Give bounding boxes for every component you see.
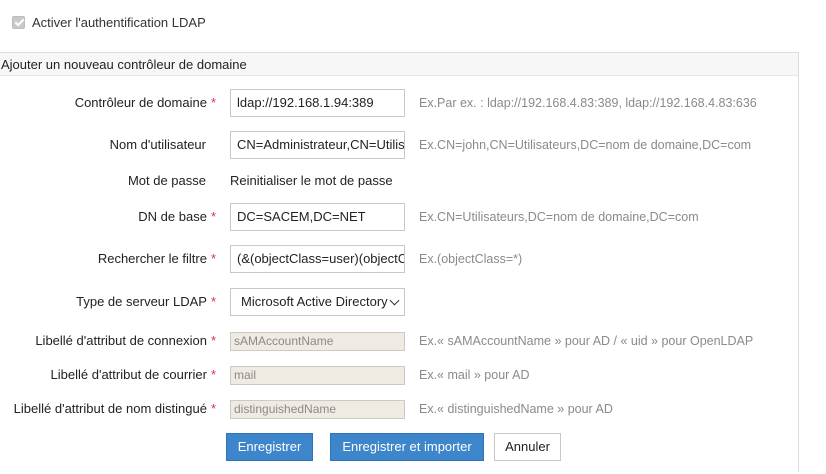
field-hint: Ex.« sAMAccountName » pour AD / « uid » … xyxy=(419,334,754,348)
field-hint: Ex.CN=john,CN=Utilisateurs,DC=nom de dom… xyxy=(419,138,752,152)
form-row-mail-attribute: Libellé d'attribut de courrier * mail Ex.… xyxy=(0,361,826,389)
panel-title: Ajouter un nouveau contrôleur de domaine xyxy=(0,53,798,76)
form-row-base-dn: DN de base * DC=SACEM,DC=NET Ex.CN=Utilis… xyxy=(0,203,826,231)
save-and-import-button[interactable]: Enregistrer et importer xyxy=(330,433,484,461)
chevron-down-icon xyxy=(389,295,400,306)
mail-attribute-input: mail xyxy=(230,366,405,385)
required-marker: * xyxy=(210,294,216,309)
server-type-value: Microsoft Active Directory xyxy=(241,294,388,309)
reset-password-link[interactable]: Reinitialiser le mot de passe xyxy=(230,167,393,195)
required-marker: * xyxy=(210,95,216,110)
field-label: DN de base * xyxy=(138,209,216,224)
enable-ldap-checkbox[interactable] xyxy=(12,15,25,29)
field-label: Libellé d'attribut de connexion * xyxy=(35,333,216,348)
dn-attribute-input: distinguishedName xyxy=(230,400,405,419)
field-label: Mot de passe xyxy=(127,173,206,188)
domain-controller-input[interactable]: ldap://192.168.1.94:389 xyxy=(230,89,405,117)
base-dn-input[interactable]: DC=SACEM,DC=NET xyxy=(230,203,405,231)
required-marker: * xyxy=(210,333,216,348)
save-button[interactable]: Enregistrer xyxy=(226,433,313,461)
enable-ldap-row: Activer l'authentification LDAP xyxy=(12,13,206,31)
form-row-dn-attribute: Libellé d'attribut de nom distingué * dis… xyxy=(0,395,826,423)
login-attribute-input: sAMAccountName xyxy=(230,332,405,351)
cancel-button[interactable]: Annuler xyxy=(494,433,561,461)
form-row-domain-controller: Contrôleur de domaine * ldap://192.168.1.… xyxy=(0,89,826,117)
enable-ldap-label: Activer l'authentification LDAP xyxy=(32,14,206,30)
field-label: Type de serveur LDAP * xyxy=(76,294,216,309)
field-label: Rechercher le filtre * xyxy=(97,251,216,266)
field-hint: Ex.« distinguishedName » pour AD xyxy=(419,402,613,416)
field-hint: Ex.(objectClass=*) xyxy=(419,252,523,266)
form-row-search-filter: Rechercher le filtre * (&(objectClass=use… xyxy=(0,245,826,273)
form-row-server-type: Type de serveur LDAP * Microsoft Active D… xyxy=(0,288,826,316)
form-row-login-attribute: Libellé d'attribut de connexion * sAMAcco… xyxy=(0,327,826,355)
field-label: Contrôleur de domaine * xyxy=(74,95,216,110)
required-marker: * xyxy=(210,401,216,416)
field-hint: Ex.CN=Utilisateurs,DC=nom de domaine,DC=… xyxy=(419,210,699,224)
required-marker: * xyxy=(210,251,216,266)
search-filter-input[interactable]: (&(objectClass=user)(objectCategory=pers… xyxy=(230,245,405,273)
field-label: Libellé d'attribut de courrier * xyxy=(50,367,216,382)
form-row-password: Mot de passe Reinitialiser le mot de pas… xyxy=(0,167,826,195)
field-label: Libellé d'attribut de nom distingué * xyxy=(13,401,216,416)
server-type-select[interactable]: Microsoft Active Directory xyxy=(230,288,405,316)
required-marker: * xyxy=(210,367,216,382)
form-row-username: Nom d'utilisateur CN=Administrateur,CN=U… xyxy=(0,131,826,159)
field-label: Nom d'utilisateur xyxy=(109,137,206,152)
username-input[interactable]: CN=Administrateur,CN=Utilisateurs xyxy=(230,131,405,159)
field-hint: Ex.Par ex. : ldap://192.168.4.83:389, ld… xyxy=(419,96,757,110)
field-hint: Ex.« mail » pour AD xyxy=(419,368,530,382)
required-marker: * xyxy=(210,209,216,224)
